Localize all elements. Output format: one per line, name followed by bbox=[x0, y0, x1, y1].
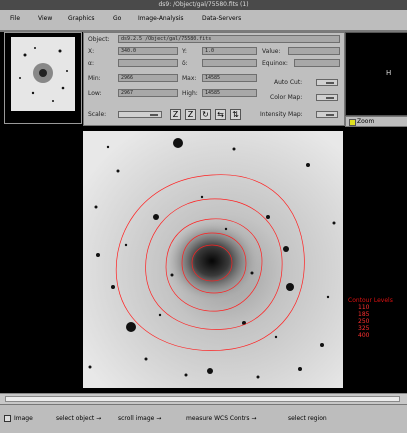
contour-legend-title: Contour Levels bbox=[348, 297, 393, 304]
status-image: Image bbox=[4, 415, 33, 423]
value-field bbox=[288, 47, 340, 55]
colormap-dropdown[interactable] bbox=[316, 94, 338, 101]
max-field: 14585 bbox=[202, 74, 257, 82]
scrollbar-thumb[interactable] bbox=[5, 396, 400, 402]
status-bar: Image select object → scroll image → mea… bbox=[0, 404, 407, 433]
flip-button[interactable]: ⇅ bbox=[230, 109, 241, 120]
menu-bar: File View Graphics Go Image-Analysis Dat… bbox=[0, 10, 407, 32]
object-label: Object: bbox=[88, 36, 110, 43]
pan-button[interactable]: ⇆ bbox=[215, 109, 226, 120]
scale-label: Scale: bbox=[88, 111, 107, 118]
autocut-label: Auto Cut: bbox=[274, 79, 303, 86]
zoom-in-button[interactable]: Z bbox=[170, 109, 181, 120]
mouse-button-icon bbox=[4, 415, 11, 422]
image-display-area[interactable]: Contour Levels 110 185 250 325 400 bbox=[0, 127, 407, 392]
delta-field bbox=[202, 59, 257, 67]
x-field: 340.0 bbox=[118, 47, 178, 55]
alpha-field bbox=[118, 59, 178, 67]
info-panel: Object: ds9.2.5 /Object/gal/75580.fits X… bbox=[83, 32, 345, 126]
contour-legend: Contour Levels 110 185 250 325 400 bbox=[348, 297, 407, 339]
panner-image[interactable] bbox=[5, 33, 81, 123]
zoom-toggle[interactable]: Zoom bbox=[345, 116, 407, 127]
zoom-out-button[interactable]: Z bbox=[185, 109, 196, 120]
max-label: Max: bbox=[182, 75, 197, 82]
zoom-label: Zoom bbox=[357, 118, 375, 125]
panner-thumbnail[interactable] bbox=[4, 32, 82, 124]
menu-go[interactable]: Go bbox=[113, 15, 121, 23]
magnifier-marker: H bbox=[386, 69, 392, 77]
equinox-label: Equinox: bbox=[262, 60, 288, 67]
contour-level: 400 bbox=[358, 332, 370, 339]
low-field[interactable]: 2967 bbox=[118, 89, 178, 97]
contour-level: 185 bbox=[358, 311, 370, 318]
menu-image-analysis[interactable]: Image-Analysis bbox=[138, 15, 184, 23]
y-field: 1.0 bbox=[202, 47, 257, 55]
menu-data-servers[interactable]: Data-Servers bbox=[202, 15, 241, 23]
autocut-dropdown[interactable] bbox=[316, 79, 338, 86]
magnifier: H bbox=[345, 32, 407, 116]
alpha-label: α: bbox=[88, 60, 94, 67]
menu-view[interactable]: View bbox=[38, 15, 52, 23]
menu-file[interactable]: File bbox=[10, 15, 20, 23]
colormap-label: Color Map: bbox=[270, 94, 303, 101]
min-label: Min: bbox=[88, 75, 101, 82]
delta-label: δ: bbox=[182, 60, 188, 67]
menu-graphics[interactable]: Graphics bbox=[68, 15, 95, 23]
intensity-dropdown[interactable] bbox=[316, 111, 338, 118]
high-field[interactable]: 14585 bbox=[202, 89, 257, 97]
equinox-field bbox=[294, 59, 340, 67]
status-measure-wcs: measure WCS Contrs → bbox=[186, 415, 257, 422]
x-label: X: bbox=[88, 48, 95, 55]
contour-level: 110 bbox=[358, 304, 370, 311]
status-select-region: select region bbox=[288, 415, 327, 422]
intensity-label: Intensity Map: bbox=[260, 111, 303, 118]
scale-dropdown[interactable] bbox=[118, 111, 162, 118]
min-field: 2966 bbox=[118, 74, 178, 82]
zoom-checkbox[interactable] bbox=[349, 119, 356, 126]
status-select-object: select object → bbox=[56, 415, 102, 422]
rotate-button[interactable]: ↻ bbox=[200, 109, 211, 120]
galaxy-image[interactable] bbox=[0, 127, 407, 392]
value-label: Value: bbox=[262, 48, 281, 55]
window-title: ds9: /Object/gal/75580.fits (1) bbox=[158, 1, 249, 8]
horizontal-scrollbar[interactable] bbox=[0, 393, 407, 404]
object-field: ds9.2.5 /Object/gal/75580.fits bbox=[118, 35, 340, 43]
y-label: Y: bbox=[182, 48, 187, 55]
contour-level: 325 bbox=[358, 325, 370, 332]
status-scroll-image: scroll image → bbox=[118, 415, 162, 422]
high-label: High: bbox=[182, 90, 198, 97]
low-label: Low: bbox=[88, 90, 102, 97]
contour-level: 250 bbox=[358, 318, 370, 325]
